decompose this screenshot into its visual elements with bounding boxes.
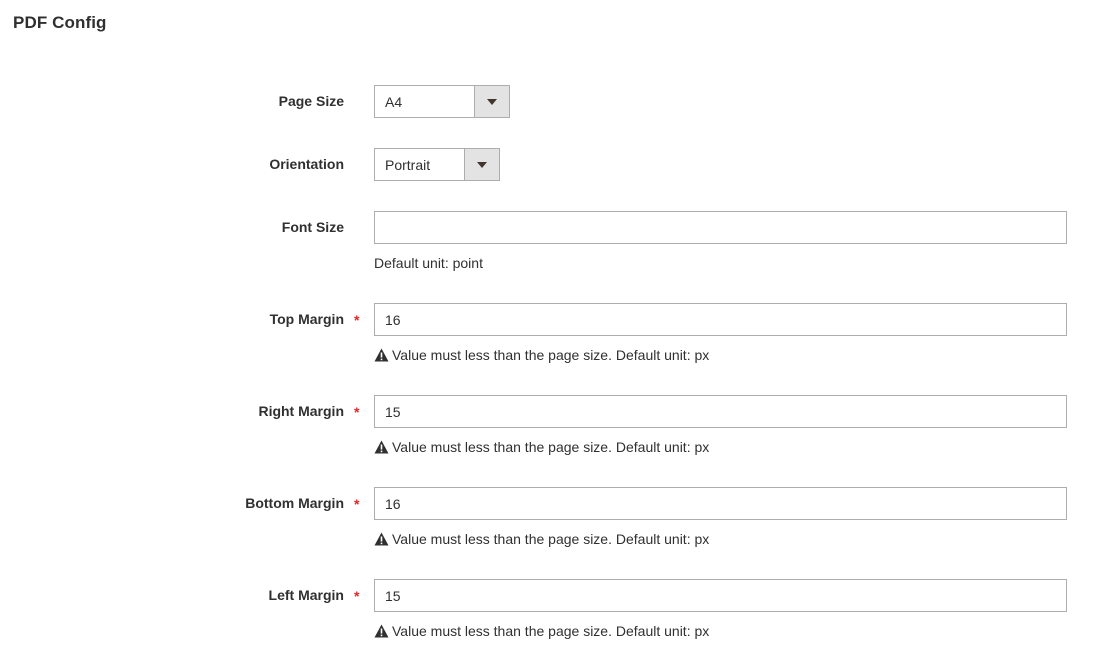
bottom-margin-note-text: Value must less than the page size. Defa… bbox=[392, 531, 710, 547]
right-margin-label: Right Margin bbox=[258, 403, 344, 419]
font-size-label: Font Size bbox=[281, 219, 344, 235]
warning-triangle-icon bbox=[374, 440, 389, 454]
right-margin-note-text: Value must less than the page size. Defa… bbox=[392, 439, 710, 455]
bottom-margin-label: Bottom Margin bbox=[245, 495, 344, 511]
bottom-margin-input[interactable] bbox=[374, 487, 1067, 520]
bottom-margin-required-mark: * bbox=[354, 496, 360, 512]
page-size-select-arrow[interactable] bbox=[474, 86, 509, 117]
orientation-label: Orientation bbox=[269, 156, 344, 172]
right-margin-note: Value must less than the page size. Defa… bbox=[374, 439, 709, 455]
warning-triangle-icon bbox=[374, 348, 389, 362]
top-margin-input[interactable] bbox=[374, 303, 1067, 336]
left-margin-input[interactable] bbox=[374, 579, 1067, 612]
section-title: PDF Config bbox=[13, 13, 107, 32]
left-margin-label: Left Margin bbox=[268, 587, 344, 603]
page-size-select[interactable]: A4 bbox=[374, 85, 510, 118]
page-size-select-value: A4 bbox=[385, 93, 403, 110]
font-size-note-text: Default unit: point bbox=[374, 255, 483, 271]
triangle-down-icon bbox=[477, 161, 487, 168]
left-margin-note-text: Value must less than the page size. Defa… bbox=[392, 623, 710, 639]
left-margin-note: Value must less than the page size. Defa… bbox=[374, 623, 709, 639]
orientation-select-arrow[interactable] bbox=[464, 149, 499, 180]
warning-triangle-icon bbox=[374, 532, 389, 546]
top-margin-required-mark: * bbox=[354, 312, 360, 328]
orientation-select[interactable]: Portrait bbox=[374, 148, 500, 181]
top-margin-label: Top Margin bbox=[269, 311, 344, 327]
orientation-select-value: Portrait bbox=[385, 156, 431, 173]
top-margin-note: Value must less than the page size. Defa… bbox=[374, 347, 709, 363]
font-size-note: Default unit: point bbox=[374, 255, 483, 271]
font-size-input[interactable] bbox=[374, 211, 1067, 244]
page-size-label: Page Size bbox=[278, 93, 344, 109]
top-margin-note-text: Value must less than the page size. Defa… bbox=[392, 347, 710, 363]
right-margin-input[interactable] bbox=[374, 395, 1067, 428]
triangle-down-icon bbox=[487, 98, 497, 105]
bottom-margin-note: Value must less than the page size. Defa… bbox=[374, 531, 709, 547]
pdf-config-page: PDF Config Page Size A4 Orientation Port… bbox=[0, 0, 1100, 653]
left-margin-required-mark: * bbox=[354, 588, 360, 604]
warning-triangle-icon bbox=[374, 624, 389, 638]
right-margin-required-mark: * bbox=[354, 404, 360, 420]
